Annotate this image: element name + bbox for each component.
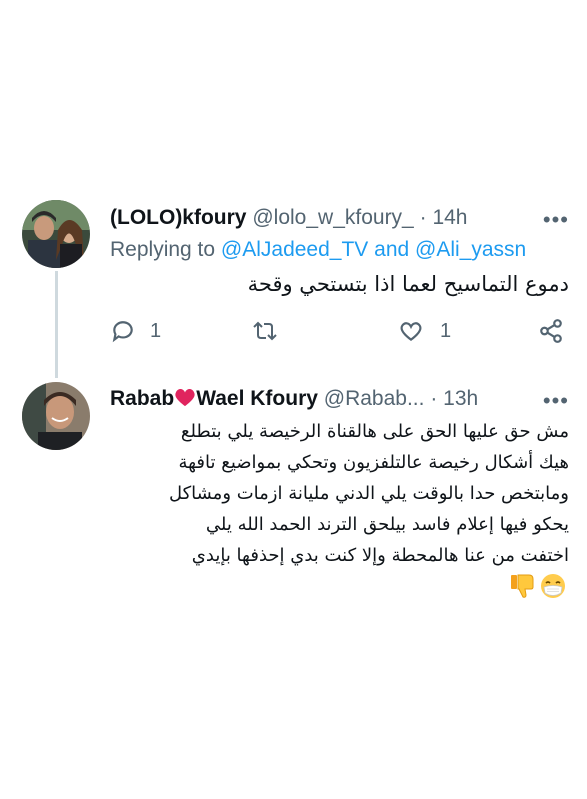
tweet-header: (LOLO)kfoury @lolo_w_kfoury_ · 14h [110,205,467,231]
reply-count: 1 [150,319,162,342]
tweet-actions: 1 1 [110,318,570,348]
like-count: 1 [440,319,452,342]
display-name-part2[interactable]: Wael Kfoury [196,387,318,410]
more-options-button[interactable]: ••• [543,390,569,412]
display-name[interactable]: (LOLO)kfoury [110,206,247,229]
tweet-header: Rabab Wael Kfoury @Rabab... · 13h [110,386,478,414]
avatar-lolo[interactable] [22,200,90,268]
retweet-icon [250,318,280,344]
red-heart-icon [174,387,196,414]
tweet-text-line: يحكو فيها إعلام فاسد بيلحق الترند الحمد … [205,514,569,535]
tweet-text-line: ومابتخص حدا بالوقت يلي الدني مليانة ازما… [168,483,569,504]
tweet-text: دموع التماسيح لعما اذا بتستحي وقحة [247,272,569,296]
replying-to: Replying to @AlJadeed_TV and @Ali_yassn [110,235,526,265]
avatar-rabab[interactable] [22,382,90,450]
mention-link-1[interactable]: @AlJadeed_TV [221,238,368,261]
more-options-button[interactable]: ••• [543,209,569,231]
timestamp[interactable]: 14h [432,206,467,229]
tweet-1[interactable]: (LOLO)kfoury @lolo_w_kfoury_ · 14h ••• R… [0,0,587,380]
retweet-button[interactable] [250,318,280,344]
timestamp[interactable]: 13h [443,387,478,410]
share-button[interactable] [538,318,564,344]
display-name-part1[interactable]: Rabab [110,387,174,410]
mask-face-emoji [539,572,567,605]
tweet-text-line: اختفت من عنا هالمحطة وإلا كنت بدي إحذفها… [191,545,569,566]
like-icon [398,318,424,344]
reply-icon [110,318,136,344]
emoji-row [509,572,567,605]
user-handle[interactable]: @Rabab... [324,387,425,410]
tweet-2[interactable]: Rabab Wael Kfoury @Rabab... · 13h ••• مش … [0,380,587,620]
separator-dot: · [430,387,438,410]
tweet-text-line: مش حق عليها الحق على هالقناة الرخيصة يلي… [180,421,569,442]
like-button[interactable]: 1 [398,318,451,344]
reply-button[interactable]: 1 [110,318,161,344]
thumbs-down-emoji [509,572,537,605]
thread-connector-line [55,271,58,378]
tweet-text: مش حق عليها الحق على هالقناة الرخيصة يلي… [99,416,569,571]
separator-dot: · [419,206,427,229]
replying-and: and [374,238,410,261]
mention-link-2[interactable]: @Ali_yassn [415,238,526,261]
share-icon [538,318,564,344]
tweet-text-line: هيك أشكال رخيصة عالتلفزيون وتحكي بمواضيع… [178,452,569,473]
replying-prefix: Replying to [110,238,216,261]
user-handle[interactable]: @lolo_w_kfoury_ [252,206,413,229]
